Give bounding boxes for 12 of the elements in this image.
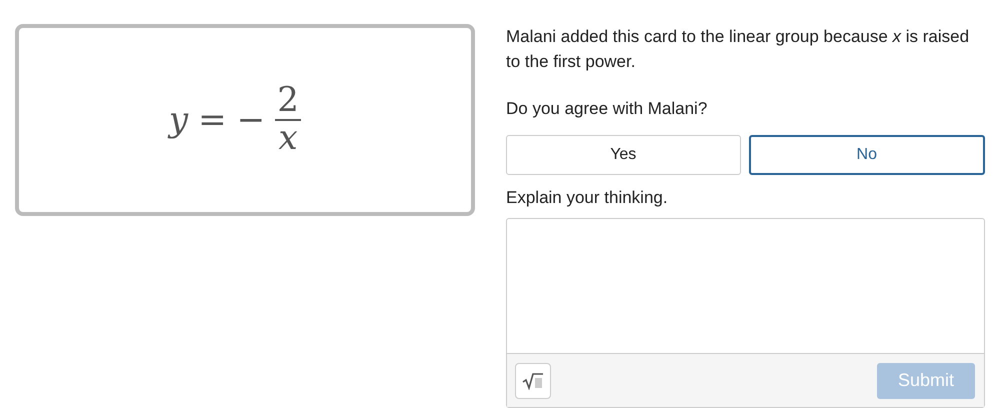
fraction-denominator: x <box>278 121 298 157</box>
equation-variable: y <box>168 100 188 140</box>
prompt-text: Malani added this card to the linear group because x is raised to the first power. <box>506 26 970 73</box>
minus-sign: − <box>236 100 266 140</box>
square-root-icon <box>522 372 544 390</box>
choice-button[interactable]: Yes <box>506 135 740 175</box>
question-text: Do you agree with Malani? <box>506 98 708 120</box>
equals-sign: = <box>198 100 227 140</box>
fraction-numerator: 2 <box>277 83 299 119</box>
math-input-button[interactable] <box>515 362 551 398</box>
choice-button[interactable]: No <box>748 135 985 175</box>
explain-label: Explain your thinking. <box>506 187 669 209</box>
